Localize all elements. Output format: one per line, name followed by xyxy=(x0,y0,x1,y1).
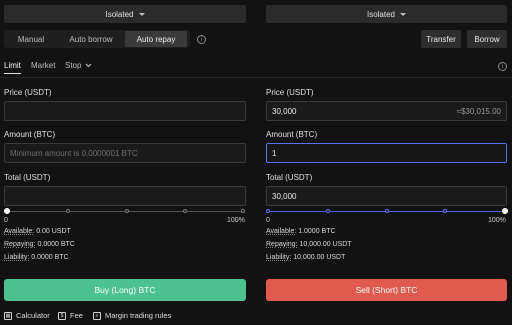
available-label: Available: xyxy=(266,228,297,235)
active-tab-indicator xyxy=(4,73,21,74)
buy-price-input[interactable] xyxy=(4,101,246,121)
liability-value: 0.0000 BTC xyxy=(31,254,69,261)
sell-amount-input[interactable]: 1 xyxy=(266,143,507,163)
tab-stop[interactable]: Stop xyxy=(65,61,92,70)
slider-handle[interactable] xyxy=(502,208,508,214)
price-label: Price (USDT) xyxy=(266,88,314,97)
calculator-icon: ▦ xyxy=(4,311,12,320)
mode-auto-borrow[interactable]: Auto borrow xyxy=(57,31,125,47)
price-usd-equivalent: ≈$30,015.00 xyxy=(456,106,501,116)
slider-step[interactable] xyxy=(125,209,129,213)
liability-label: Liability: xyxy=(266,254,292,261)
info-icon[interactable]: i xyxy=(498,62,507,71)
chevron-down-icon xyxy=(86,63,92,68)
fee-icon: $ xyxy=(58,311,66,320)
left-margin-mode-label: Isolated xyxy=(105,9,134,19)
borrow-mode-switch: Manual Auto borrow Auto repay xyxy=(4,30,190,48)
slider-step[interactable] xyxy=(443,209,447,213)
liability-row: Liability: 0.0000 BTC xyxy=(4,254,69,261)
sell-total-value: 30,000 xyxy=(272,191,297,201)
slider-step[interactable] xyxy=(183,209,187,213)
total-label: Total (USDT) xyxy=(266,173,313,182)
buy-percent-slider[interactable] xyxy=(4,207,246,217)
sell-price-input[interactable]: 30,000 ≈$30,015.00 xyxy=(266,101,507,121)
tab-stop-label: Stop xyxy=(65,61,82,70)
borrow-button[interactable]: Borrow xyxy=(467,30,507,48)
slider-handle[interactable] xyxy=(4,208,10,214)
right-margin-mode-select[interactable]: Isolated xyxy=(266,5,507,23)
liability-label: Liability: xyxy=(4,254,30,261)
sell-price-value: 30,000 xyxy=(272,106,297,116)
sell-short-button[interactable]: Sell (Short) BTC xyxy=(266,279,507,301)
amount-label: Amount (BTC) xyxy=(266,130,318,139)
repaying-value: 10,000.00 USDT xyxy=(299,241,352,248)
left-margin-mode-select[interactable]: Isolated xyxy=(4,5,246,23)
slider-max-label: 100% xyxy=(227,217,245,224)
slider-max-label: 100% xyxy=(488,217,506,224)
price-label: Price (USDT) xyxy=(4,88,52,97)
amount-label: Amount (BTC) xyxy=(4,130,56,139)
sell-percent-slider[interactable] xyxy=(266,207,508,217)
liability-row: Liability: 10,000.00 USDT xyxy=(266,254,345,261)
slider-step[interactable] xyxy=(66,209,70,213)
margin-rules-link[interactable]: ≡ Margin trading rules xyxy=(93,311,171,320)
slider-step[interactable] xyxy=(385,209,389,213)
calculator-label: Calculator xyxy=(16,311,50,320)
margin-rules-label: Margin trading rules xyxy=(105,311,172,320)
tab-market[interactable]: Market xyxy=(31,61,55,70)
mode-manual[interactable]: Manual xyxy=(5,31,57,47)
repaying-label: Repaying: xyxy=(266,241,298,248)
available-label: Available: xyxy=(4,228,35,235)
buy-amount-input[interactable]: Minimum amount is 0.0000001 BTC xyxy=(4,143,246,163)
total-label: Total (USDT) xyxy=(4,173,51,182)
sell-amount-value: 1 xyxy=(272,148,277,158)
chevron-down-icon xyxy=(400,13,407,16)
buy-amount-placeholder: Minimum amount is 0.0000001 BTC xyxy=(10,148,138,158)
sell-total-input[interactable]: 30,000 xyxy=(266,186,507,206)
tab-limit[interactable]: Limit xyxy=(4,61,21,70)
calculator-link[interactable]: ▦ Calculator xyxy=(4,311,50,320)
slider-step[interactable] xyxy=(266,209,270,213)
slider-min-label: 0 xyxy=(266,217,270,224)
available-value: 1.0000 BTC xyxy=(298,228,336,235)
available-row: Available: 0.00 USDT xyxy=(4,228,71,235)
document-icon: ≡ xyxy=(93,311,101,320)
liability-value: 10,000.00 USDT xyxy=(293,254,346,261)
divider xyxy=(0,77,512,78)
slider-min-label: 0 xyxy=(4,217,8,224)
transfer-button[interactable]: Transfer xyxy=(421,30,461,48)
slider-step[interactable] xyxy=(241,209,245,213)
mode-auto-repay[interactable]: Auto repay xyxy=(125,31,187,47)
available-row: Available: 1.0000 BTC xyxy=(266,228,336,235)
fee-link[interactable]: $ Fee xyxy=(58,311,83,320)
repaying-row: Repaying: 10,000.00 USDT xyxy=(266,241,352,248)
right-margin-mode-label: Isolated xyxy=(366,9,396,19)
repaying-label: Repaying: xyxy=(4,241,36,248)
repaying-row: Repaying: 0.0000 BTC xyxy=(4,241,75,248)
available-value: 0.00 USDT xyxy=(36,228,71,235)
info-icon[interactable]: i xyxy=(197,35,206,44)
slider-step[interactable] xyxy=(326,209,330,213)
buy-long-button[interactable]: Buy (Long) BTC xyxy=(4,279,246,301)
repaying-value: 0.0000 BTC xyxy=(37,241,75,248)
fee-label: Fee xyxy=(70,311,83,320)
buy-total-input[interactable] xyxy=(4,186,246,206)
chevron-down-icon xyxy=(138,13,145,16)
